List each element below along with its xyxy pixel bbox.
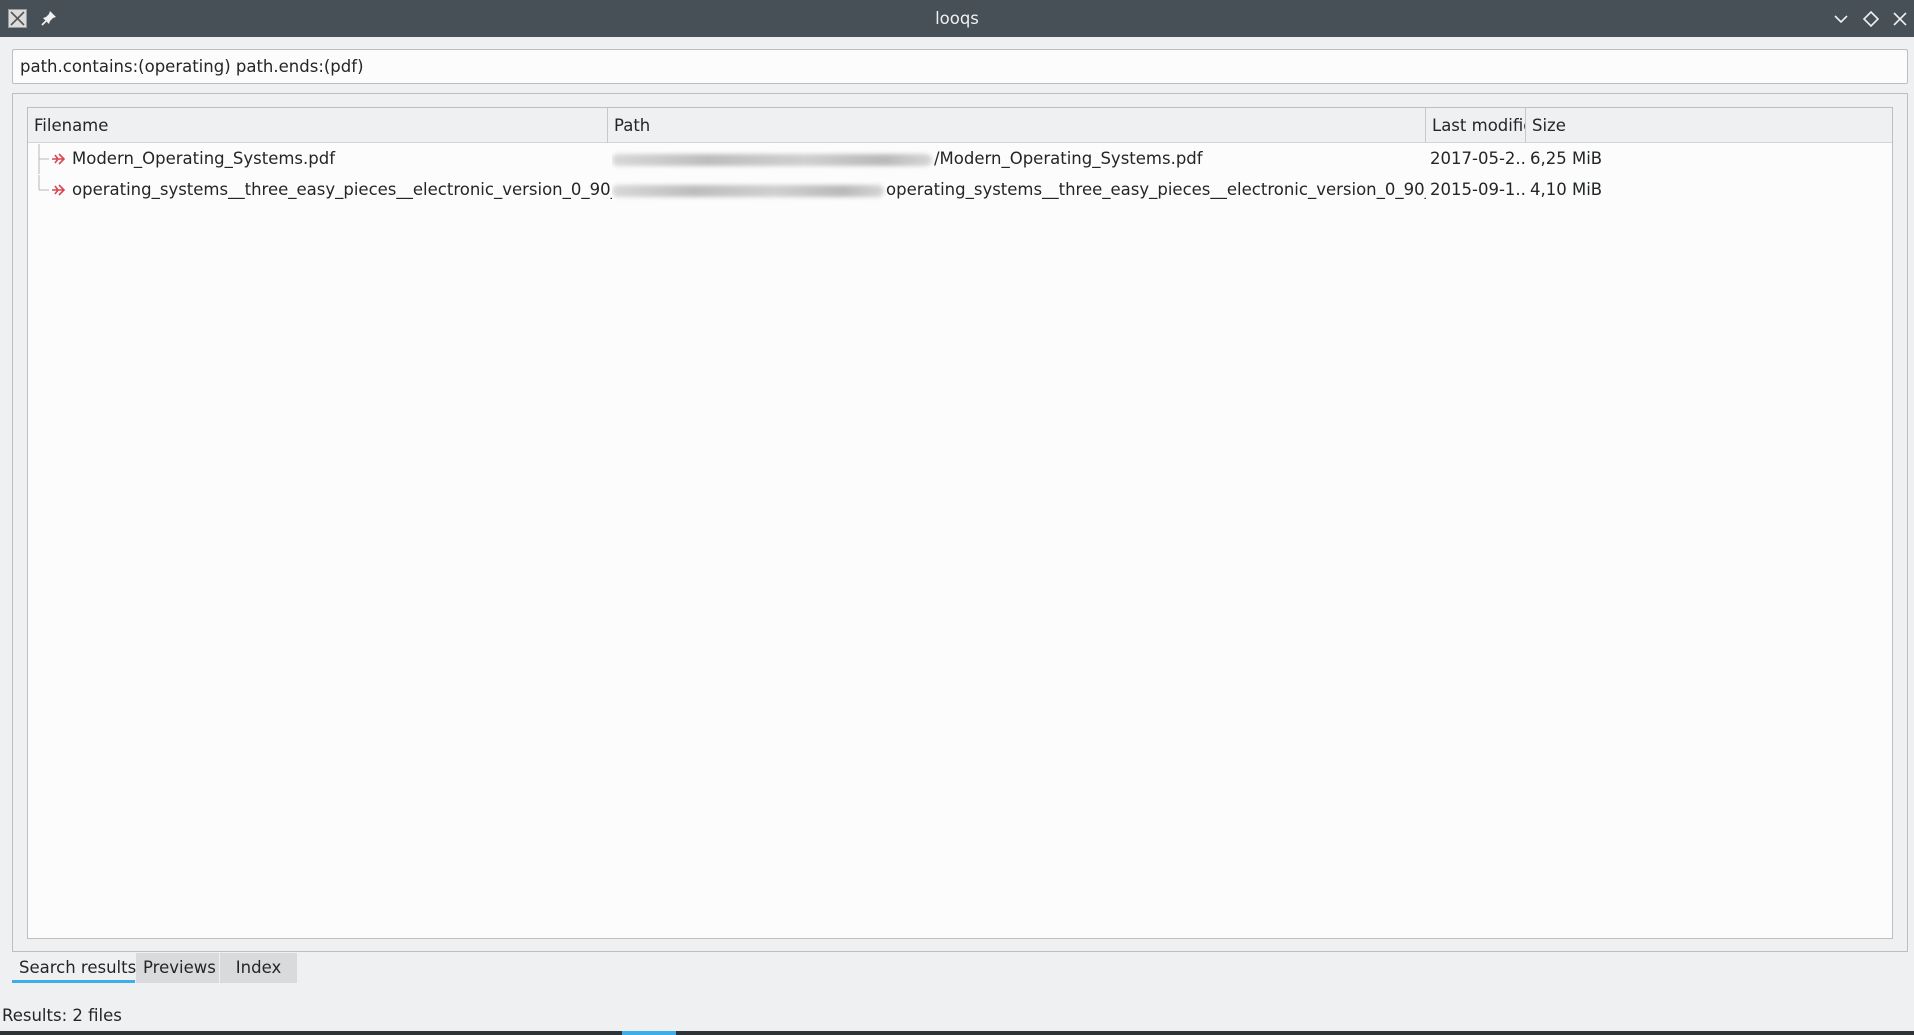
size-cell: 6,25 MiB xyxy=(1530,149,1603,168)
pdf-file-icon xyxy=(52,153,66,165)
table-header: Filename Path Last modifie Size xyxy=(28,108,1892,143)
path-text: /Modern_Operating_Systems.pdf xyxy=(934,149,1203,168)
taskbar-active-indicator xyxy=(622,1031,676,1035)
size-cell: 4,10 MiB xyxy=(1530,180,1603,199)
tab-search-results[interactable]: Search results xyxy=(12,953,136,983)
path-cell: /Modern_Operating_Systems.pdf xyxy=(612,144,1426,174)
results-table[interactable]: Filename Path Last modifie Size Modern_O… xyxy=(27,107,1893,939)
path-cell: operating_systems__three_easy_pieces__el… xyxy=(612,175,1426,205)
column-header-filename[interactable]: Filename xyxy=(28,108,608,143)
pdf-file-icon xyxy=(52,184,66,196)
minimize-icon[interactable] xyxy=(1831,9,1851,29)
search-input[interactable] xyxy=(12,49,1908,84)
column-header-last-modified[interactable]: Last modifie xyxy=(1426,108,1526,143)
table-row[interactable]: Modern_Operating_Systems.pdf /Modern_Ope… xyxy=(28,144,1892,174)
column-header-size[interactable]: Size xyxy=(1526,108,1892,143)
window-title: looqs xyxy=(935,9,979,28)
close-icon[interactable] xyxy=(1890,9,1910,29)
tab-previews[interactable]: Previews xyxy=(136,953,219,983)
tree-branch-line xyxy=(38,144,49,174)
redacted-path-prefix xyxy=(612,153,932,166)
filename-cell: Modern_Operating_Systems.pdf xyxy=(72,149,336,168)
modified-cell: 2015-09-1... xyxy=(1430,180,1526,199)
redacted-path-prefix xyxy=(612,184,884,197)
column-header-path[interactable]: Path xyxy=(608,108,1426,143)
maximize-icon[interactable] xyxy=(1861,9,1881,29)
table-row[interactable]: operating_systems__three_easy_pieces__el… xyxy=(28,175,1892,205)
taskbar-strip xyxy=(0,1031,1914,1035)
modified-cell: 2017-05-2... xyxy=(1430,149,1526,168)
title-bar: looqs xyxy=(0,0,1914,37)
status-bar-text: Results: 2 files xyxy=(2,1006,122,1025)
path-text: operating_systems__three_easy_pieces__el… xyxy=(886,180,1426,199)
filename-cell: operating_systems__three_easy_pieces__el… xyxy=(72,180,612,199)
tab-index[interactable]: Index xyxy=(220,953,297,983)
tree-branch-line xyxy=(38,175,49,191)
